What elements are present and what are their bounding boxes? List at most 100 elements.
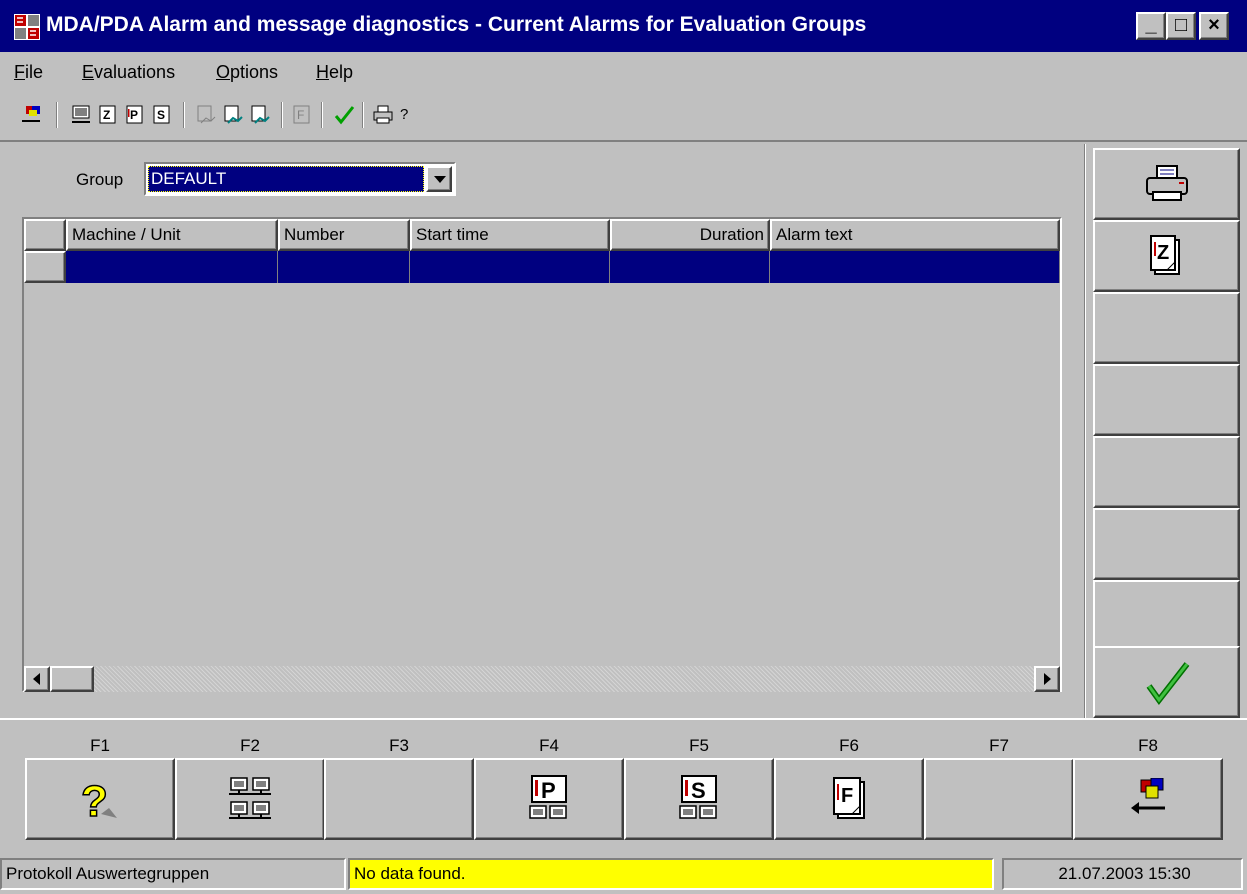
menu-evaluations[interactable]: Evaluations [82,62,175,83]
svg-text:S: S [691,778,706,803]
f6-label: F6 [839,736,859,755]
menu-bar: File Evaluations Options Help [0,52,1247,92]
scroll-thumb[interactable] [50,666,94,692]
report-s-icon: S [679,775,717,819]
f7-label: F7 [989,736,1009,755]
report-p-icon: P [529,775,567,819]
maximize-button[interactable]: □ [1166,12,1196,40]
toolbar-separator [321,102,323,128]
table-cell[interactable] [278,251,410,283]
table-cell[interactable] [770,251,1060,283]
report-f-icon: F [833,777,865,819]
printer-icon [1146,165,1188,201]
side-button-empty[interactable] [1093,364,1240,436]
report-f-icon: F [293,105,310,124]
menu-evaluations-mnemonic: E [82,62,95,82]
menu-file-mnemonic: F [14,62,25,82]
function-key-bar: F1 F2 F3 F4 F5 F6 F7 F8 ? P S F [0,718,1247,846]
table-cell[interactable] [66,251,278,283]
menu-evaluations-label: valuations [94,62,176,82]
f2-machines-button[interactable] [175,758,325,840]
report-p-icon[interactable]: P [124,104,146,126]
f2-label: F2 [240,736,260,755]
svg-text:Z: Z [1157,242,1169,264]
status-bar: Protokoll Auswertegruppen No data found.… [0,850,1247,894]
dropdown-arrow-button[interactable] [426,166,452,192]
side-button-empty[interactable] [1093,436,1240,508]
menu-options-mnemonic: O [216,62,231,82]
graph-p-icon[interactable] [222,104,244,126]
column-header-number[interactable]: Number [278,219,410,251]
group-label: Group [76,170,124,189]
group-dropdown[interactable]: DEFAULT [144,162,456,196]
table-cell[interactable] [410,251,610,283]
close-button[interactable]: × [1199,12,1229,40]
toolbar-separator [183,102,185,128]
arrow-right-icon [1044,673,1051,685]
f3-button[interactable] [324,758,474,840]
svg-text:F: F [297,108,304,122]
alarms-table[interactable]: Machine / Unit Number Start time Duratio… [22,217,1062,692]
main-panel: Group DEFAULT Machine / Unit Number Star… [0,144,1085,718]
svg-text:S: S [157,108,165,122]
f8-label: F8 [1138,736,1158,755]
f1-label: F1 [90,736,110,755]
print-button[interactable] [1093,148,1240,220]
side-button-empty[interactable] [1093,292,1240,364]
f4-report-p-button[interactable]: P [474,758,624,840]
exit-icon [1131,778,1165,814]
confirm-button[interactable] [1093,646,1240,718]
toolbar-separator [56,102,58,128]
report-s-icon[interactable]: S [151,104,173,126]
f6-report-f-button[interactable]: F [774,758,924,840]
printer-icon[interactable] [372,104,394,126]
column-header-alarm-text[interactable]: Alarm text [770,219,1060,251]
column-header-start-time[interactable]: Start time [410,219,610,251]
column-header-duration[interactable]: Duration [610,219,770,251]
scroll-left-button[interactable] [24,666,50,692]
chevron-down-icon [434,176,446,183]
f7-button[interactable] [924,758,1074,840]
menu-options-label: ptions [230,62,279,82]
f8-exit-button[interactable] [1073,758,1223,840]
toolbar-separator [362,102,364,128]
menu-file[interactable]: File [14,62,43,83]
app-icon [14,14,40,40]
f1-help-button[interactable]: ? [25,758,175,840]
help-icon: ? [80,776,117,824]
scroll-right-button[interactable] [1034,666,1060,692]
f3-label: F3 [389,736,409,755]
report-z-icon: Z [1150,235,1180,275]
graph-z-icon [197,105,216,124]
side-button-empty[interactable] [1093,508,1240,580]
title-bar[interactable]: MDA/PDA Alarm and message diagnostics - … [0,0,1247,52]
f5-report-s-button[interactable]: S [624,758,774,840]
f5-label: F5 [689,736,709,755]
svg-text:P: P [130,108,138,122]
horizontal-scrollbar[interactable] [24,666,1060,692]
confirm-check-icon[interactable] [333,104,355,126]
status-message: No data found. [348,858,994,890]
row-header-corner [24,219,66,251]
menu-help[interactable]: Help [316,62,353,83]
report-z-icon[interactable]: Z [97,104,119,126]
row-header[interactable] [24,251,66,283]
menu-options[interactable]: Options [216,62,278,83]
minimize-button[interactable]: _ [1136,12,1166,40]
svg-text:Z: Z [103,108,110,122]
help-icon[interactable]: ? [400,106,422,128]
column-header-machine-unit[interactable]: Machine / Unit [66,219,278,251]
menu-file-label: ile [25,62,44,82]
arrow-left-icon [33,673,40,685]
exit-icon[interactable] [20,104,42,126]
machines-icon[interactable] [70,104,92,126]
toolbar: Z P S F ? [0,92,1247,142]
confirm-check-icon [1146,662,1190,706]
vertical-divider [1084,144,1086,718]
graph-s-icon[interactable] [249,104,271,126]
side-button-empty[interactable] [1093,580,1240,652]
table-cell[interactable] [610,251,770,283]
report-z-button[interactable]: Z [1093,220,1240,292]
f4-label: F4 [539,736,559,755]
menu-help-label: elp [329,62,354,82]
